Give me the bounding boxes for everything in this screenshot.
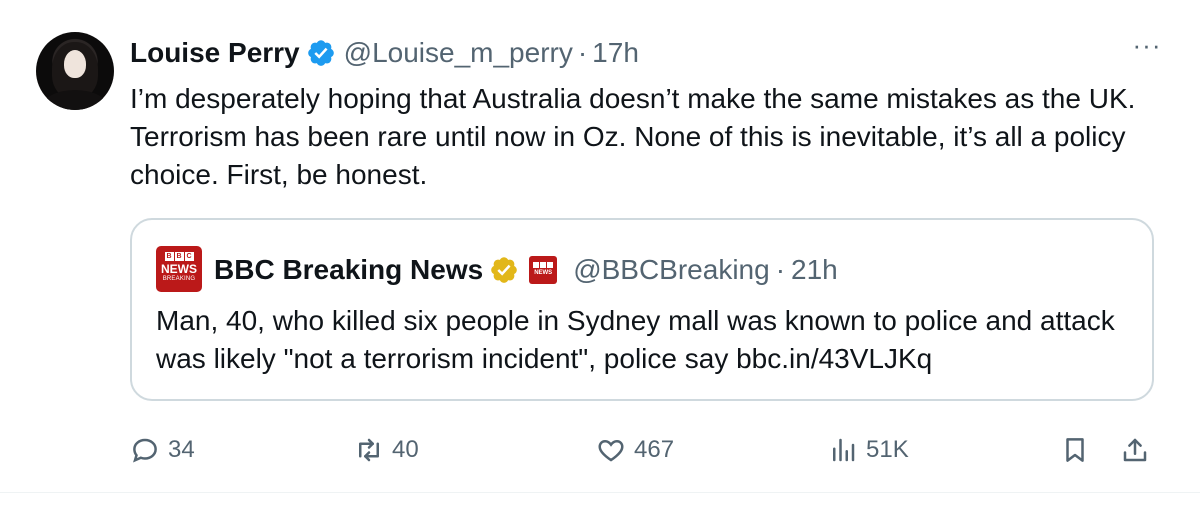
repost-button[interactable]: 40 <box>354 430 419 470</box>
views-count: 51K <box>866 436 909 463</box>
bbc-affiliate-text: NEWS <box>534 270 553 276</box>
author-name[interactable]: Louise Perry <box>130 37 300 69</box>
bbc-logo-letter: C <box>184 252 194 261</box>
bbc-breaking-avatar[interactable]: B B C NEWS BREAKING <box>156 246 202 292</box>
bbc-affiliate-blocks <box>533 262 554 268</box>
author-avatar[interactable] <box>36 32 114 110</box>
bbc-logo-blocks: B B C <box>156 252 202 261</box>
avatar-shoulders <box>42 90 108 110</box>
tweet-time[interactable]: 17h <box>592 37 639 69</box>
like-count: 467 <box>634 436 675 463</box>
quoted-author-handle[interactable]: @BBCBreaking <box>573 254 770 286</box>
views-icon <box>833 438 855 462</box>
author-handle[interactable]: @Louise_m_perry <box>344 37 573 69</box>
gold-verified-badge-icon <box>491 257 517 283</box>
quoted-author-name[interactable]: BBC Breaking News <box>214 254 483 286</box>
bbc-logo-letter: B <box>164 252 174 261</box>
heart-icon <box>598 439 624 462</box>
views-button[interactable]: 51K <box>828 430 909 470</box>
bbc-logo-breaking: BREAKING <box>162 276 196 282</box>
quoted-tweet-header: BBC Breaking News NEWS @BBCBreaking · 21… <box>214 250 838 290</box>
quoted-tweet[interactable]: B B C NEWS BREAKING BBC Breaking News NE… <box>130 218 1154 401</box>
header-separator: · <box>577 37 588 68</box>
quoted-tweet-time[interactable]: 21h <box>791 254 838 286</box>
share-button[interactable] <box>1120 430 1158 470</box>
reply-button[interactable]: 34 <box>130 430 195 470</box>
bookmark-button[interactable] <box>1060 430 1098 470</box>
bbc-logo-news: NEWS <box>161 262 197 276</box>
reply-count: 34 <box>168 436 195 463</box>
bbc-affiliate-badge: NEWS <box>529 256 558 284</box>
tweet-text: I’m desperately hoping that Australia do… <box>130 83 1136 190</box>
tweet-actions: 34 40 467 51K <box>130 430 1160 470</box>
quoted-tweet-text: Man, 40, who killed six people in Sydney… <box>156 305 1115 374</box>
share-icon <box>1123 438 1147 462</box>
like-button[interactable]: 467 <box>596 430 674 470</box>
reply-icon <box>133 438 157 463</box>
tweet[interactable]: Louise Perry @Louise_m_perry · 17h ··· I… <box>0 0 1200 515</box>
repost-icon <box>359 438 379 462</box>
repost-count: 40 <box>392 436 419 463</box>
bbc-logo-letter: B <box>174 252 184 261</box>
tweet-divider <box>0 492 1200 493</box>
tweet-header: Louise Perry @Louise_m_perry · 17h <box>130 34 639 72</box>
verified-badge-icon <box>307 40 334 66</box>
quoted-header-separator: · <box>775 254 786 285</box>
bookmark-icon <box>1066 438 1084 462</box>
more-icon[interactable]: ··· <box>1130 32 1164 66</box>
avatar-face <box>64 50 86 78</box>
